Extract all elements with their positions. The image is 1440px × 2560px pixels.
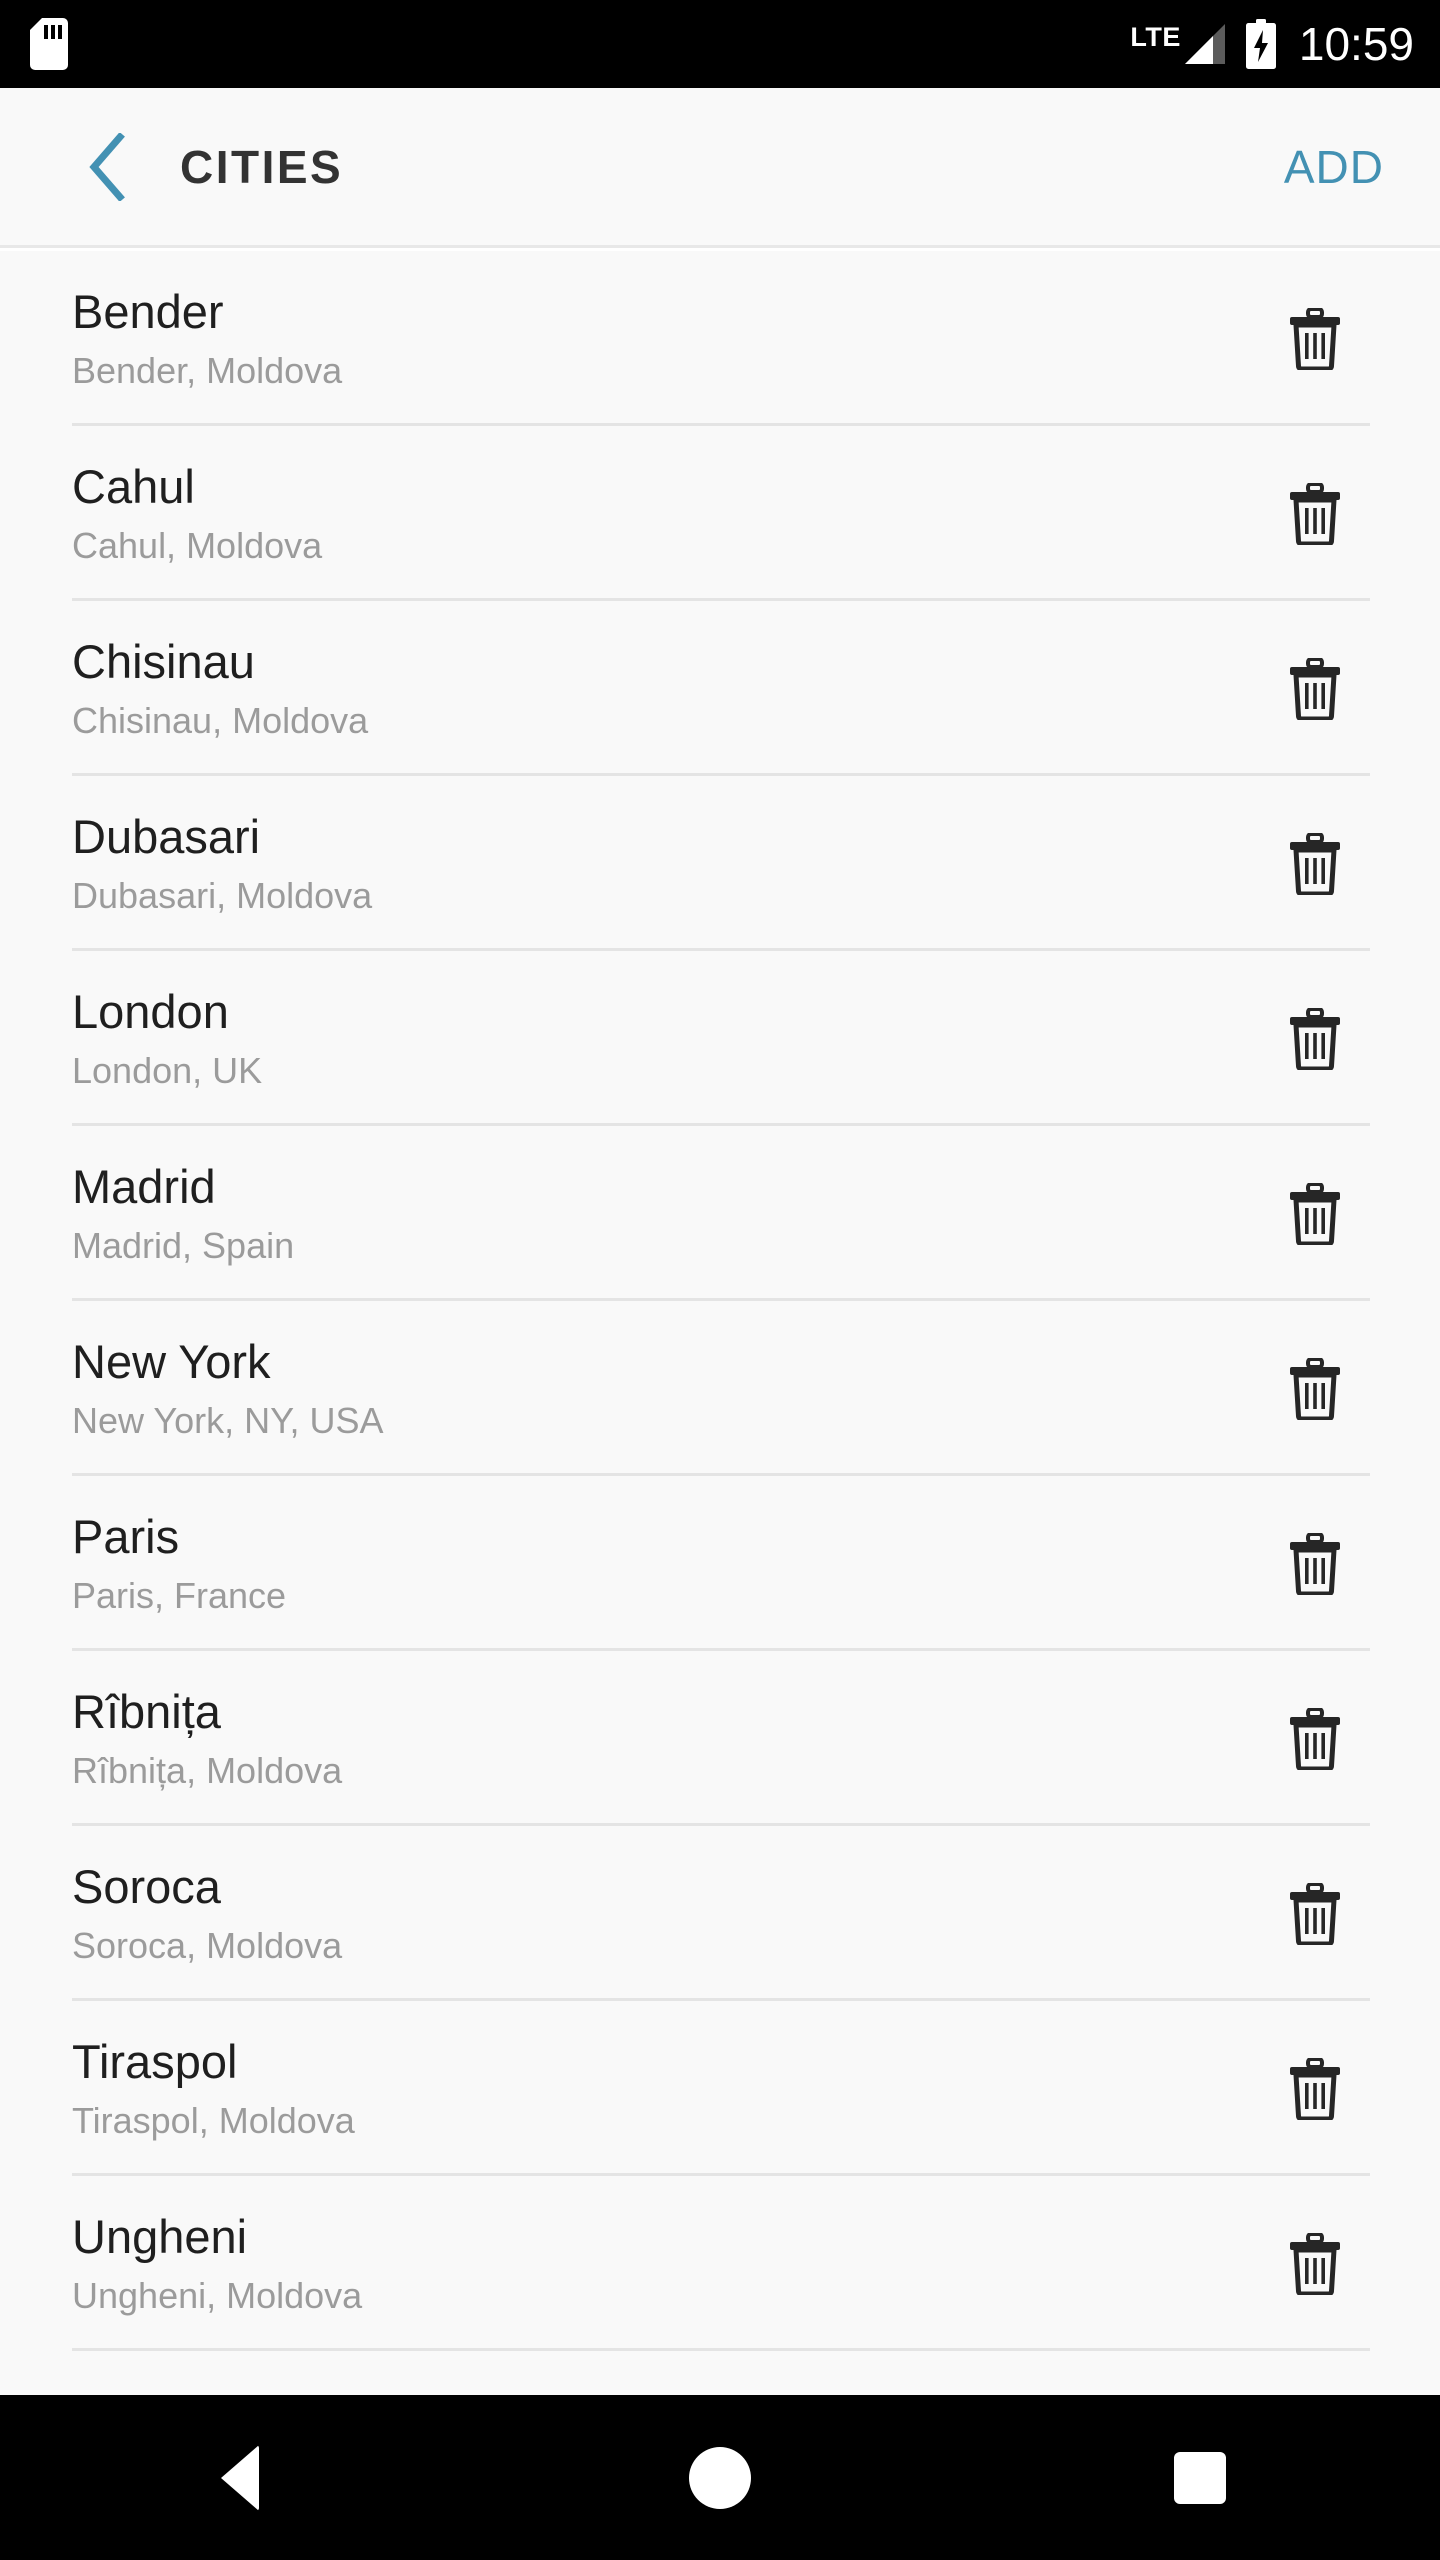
delete-city-button[interactable] [1272,471,1358,557]
trash-icon [1290,1882,1340,1945]
list-divider [72,2348,1370,2351]
delete-city-button[interactable] [1272,1521,1358,1607]
trash-icon [1290,832,1340,895]
delete-city-button[interactable] [1272,2221,1358,2307]
city-list[interactable]: Bender Bender, Moldova Cahul Cahul, Moldova… [0,251,1440,2395]
city-name: Madrid [72,1159,216,1213]
city-location: Soroca, Moldova [72,1924,343,1966]
city-name: London [72,984,229,1038]
city-name: Rîbnița [72,1684,221,1738]
city-name: Bender [72,284,224,338]
delete-city-button[interactable] [1272,1171,1358,1257]
city-list-item[interactable]: London London, UK [0,951,1440,1126]
trash-icon [1290,2232,1340,2295]
trash-icon [1290,1357,1340,1420]
signal-bars-icon [1184,24,1225,64]
city-list-item[interactable]: Soroca Soroca, Moldova [0,1826,1440,2001]
delete-city-button[interactable] [1272,821,1358,907]
trash-icon [1290,1007,1340,1070]
city-name: Ungheni [72,2209,248,2263]
add-city-button[interactable]: ADD [1280,130,1388,204]
trash-icon [1290,1532,1340,1595]
trash-icon [1290,2057,1340,2120]
trash-icon [1290,657,1340,720]
nav-recents-square-icon [1174,2451,1226,2504]
city-name: Dubasari [72,809,261,863]
delete-city-button[interactable] [1272,1346,1358,1432]
city-location: Chisinau, Moldova [72,699,369,741]
city-name: Tiraspol [72,2034,238,2088]
city-list-item[interactable]: Bender Bender, Moldova [0,251,1440,426]
city-list-item[interactable]: Ungheni Ungheni, Moldova [0,2176,1440,2351]
nav-home-circle-icon [689,2446,751,2509]
city-list-item[interactable]: Rîbnița Rîbnița, Moldova [0,1651,1440,1826]
delete-city-button[interactable] [1272,1871,1358,1957]
city-name: Cahul [72,459,195,513]
status-bar-right: LTE 10:59 [1130,19,1414,69]
city-location: Madrid, Spain [72,1224,295,1266]
city-name: Soroca [72,1859,221,1913]
chevron-left-icon [89,132,125,201]
city-location: Paris, France [72,1574,287,1616]
city-item-texts: London London, UK [72,984,1272,1091]
city-list-item[interactable]: Chisinau Chisinau, Moldova [0,601,1440,776]
city-item-texts: Paris Paris, France [72,1509,1272,1616]
trash-icon [1290,482,1340,545]
city-name: Paris [72,1509,180,1563]
network-type-label: LTE [1130,22,1181,52]
trash-icon [1290,307,1340,370]
status-bar: LTE 10:59 [0,0,1440,88]
network-status: LTE [1130,22,1227,66]
city-list-item[interactable]: Dubasari Dubasari, Moldova [0,776,1440,951]
city-location: Rîbnița, Moldova [72,1749,343,1791]
city-name: New York [72,1334,271,1388]
city-item-texts: Soroca Soroca, Moldova [72,1859,1272,1966]
city-location: Cahul, Moldova [72,524,323,566]
city-list-item[interactable]: Tiraspol Tiraspol, Moldova [0,2001,1440,2176]
city-item-texts: Ungheni Ungheni, Moldova [72,2209,1272,2316]
city-list-item[interactable]: Paris Paris, France [0,1476,1440,1651]
delete-city-button[interactable] [1272,2046,1358,2132]
city-item-texts: Bender Bender, Moldova [72,284,1272,391]
nav-recents-button[interactable] [960,2395,1440,2560]
city-item-texts: Madrid Madrid, Spain [72,1159,1272,1266]
page-title: CITIES [180,140,344,193]
delete-city-button[interactable] [1272,646,1358,732]
city-item-texts: Dubasari Dubasari, Moldova [72,809,1272,916]
city-item-texts: Tiraspol Tiraspol, Moldova [72,2034,1272,2141]
status-bar-left [30,18,68,70]
status-bar-clock: 10:59 [1298,18,1414,70]
delete-city-button[interactable] [1272,1696,1358,1782]
nav-home-button[interactable] [480,2395,960,2560]
city-list-item[interactable]: Cahul Cahul, Moldova [0,426,1440,601]
city-location: New York, NY, USA [72,1399,384,1441]
city-item-texts: Rîbnița Rîbnița, Moldova [72,1684,1272,1791]
city-list-item[interactable]: Madrid Madrid, Spain [0,1126,1440,1301]
city-location: Bender, Moldova [72,349,343,391]
trash-icon [1290,1182,1340,1245]
city-location: Tiraspol, Moldova [72,2099,355,2141]
sd-card-icon [30,18,68,70]
delete-city-button[interactable] [1272,296,1358,382]
back-button[interactable] [52,112,162,222]
nav-back-triangle-icon [221,2444,259,2511]
city-location: Ungheni, Moldova [72,2274,363,2316]
city-name: Chisinau [72,634,255,688]
app-bar: CITIES ADD [0,88,1440,248]
city-item-texts: New York New York, NY, USA [72,1334,1272,1441]
nav-back-button[interactable] [0,2395,480,2560]
system-navigation-bar [0,2395,1440,2560]
city-item-texts: Cahul Cahul, Moldova [72,459,1272,566]
delete-city-button[interactable] [1272,996,1358,1082]
trash-icon [1290,1707,1340,1770]
city-item-texts: Chisinau Chisinau, Moldova [72,634,1272,741]
city-list-item[interactable]: New York New York, NY, USA [0,1301,1440,1476]
battery-charging-icon [1245,19,1276,69]
city-location: Dubasari, Moldova [72,874,373,916]
city-location: London, UK [72,1049,263,1091]
